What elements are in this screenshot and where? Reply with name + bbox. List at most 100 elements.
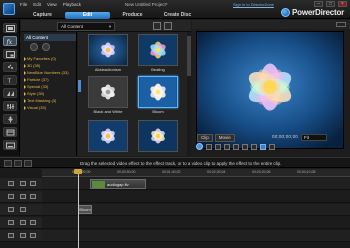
track-header-audio-1[interactable] xyxy=(0,191,42,203)
track-manager-icon[interactable] xyxy=(24,160,32,167)
audio-mixing-room-button[interactable] xyxy=(3,101,17,111)
track-header-audio-2[interactable] xyxy=(0,230,42,242)
tag-remove-icon[interactable] xyxy=(42,43,50,51)
track-lane-audio-2[interactable] xyxy=(42,230,350,242)
track-lane-video-2[interactable] xyxy=(42,217,350,229)
powerdirector-window: File Edit View Playback New Untitled Pro… xyxy=(0,0,350,248)
menu-playback[interactable]: Playback xyxy=(63,2,81,8)
effect-thumbnail[interactable] xyxy=(138,120,178,152)
movie-mode-button[interactable]: Movie xyxy=(214,134,235,142)
media-room-button[interactable] xyxy=(3,23,17,33)
svg-text:T: T xyxy=(6,78,11,84)
tab-capture[interactable]: Capture xyxy=(20,12,65,19)
effect-clip-label: Bloom xyxy=(79,207,91,212)
panel-collapse-handle[interactable] xyxy=(78,80,81,92)
fast-forward-icon[interactable] xyxy=(233,143,239,150)
title-room-button[interactable]: T xyxy=(3,75,17,85)
category-item[interactable]: My Favorites (0) xyxy=(24,55,76,62)
content-filter-dropdown[interactable]: All Content ▼ xyxy=(57,22,115,31)
effect-clip[interactable]: Bloom xyxy=(78,205,92,214)
track-lane-fx[interactable]: Bloom xyxy=(42,204,350,216)
menu-view[interactable]: View xyxy=(47,2,57,8)
3d-mode-icon[interactable] xyxy=(260,143,266,150)
eye-icon[interactable] xyxy=(30,181,36,186)
effect-thumbnail[interactable] xyxy=(88,120,128,152)
title-bar: File Edit View Playback New Untitled Pro… xyxy=(0,0,350,19)
video-clip[interactable]: audiogap.flv xyxy=(90,179,146,189)
effect-thumbnail-beating[interactable] xyxy=(138,34,178,66)
menu-edit[interactable]: Edit xyxy=(33,2,41,8)
effect-thumbnail-abstractionism[interactable] xyxy=(88,34,128,66)
particle-room-button[interactable] xyxy=(3,62,17,72)
content-filter-value: All Content xyxy=(61,24,84,29)
effect-thumbnail-black-and-white[interactable] xyxy=(88,76,128,108)
undock-icon[interactable] xyxy=(336,22,346,27)
lock-icon[interactable] xyxy=(20,181,26,186)
category-item[interactable]: Special (33) xyxy=(24,83,76,90)
tab-edit[interactable]: Edit xyxy=(65,12,110,19)
storyboard-view-icon[interactable] xyxy=(14,160,22,167)
preview-mode-toggle: Clip Movie xyxy=(197,134,235,142)
document-title: New Untitled Project* xyxy=(125,2,168,7)
track-lane-video-1[interactable]: audiogap.flv xyxy=(42,178,350,190)
library-scrollbar[interactable] xyxy=(187,32,191,156)
preview-header xyxy=(192,20,350,29)
fx-icon: fx xyxy=(6,39,13,45)
eye-icon[interactable] xyxy=(30,194,36,199)
lock-icon[interactable] xyxy=(20,233,26,238)
volume-icon[interactable] xyxy=(251,143,257,150)
category-all-content[interactable]: All Content xyxy=(24,34,76,41)
previous-frame-icon[interactable] xyxy=(215,143,221,150)
eye-icon[interactable] xyxy=(30,220,36,225)
track-header-fx[interactable] xyxy=(0,204,42,216)
lock-icon[interactable] xyxy=(20,220,26,225)
snapshot-icon[interactable] xyxy=(242,143,248,150)
category-item[interactable]: Visual (39) xyxy=(24,104,76,111)
stop-icon[interactable] xyxy=(206,143,212,150)
tab-create-disc[interactable]: Create Disc xyxy=(155,12,200,19)
track-header-video-2[interactable] xyxy=(0,217,42,229)
dual-monitor-icon[interactable] xyxy=(269,143,275,150)
track-header-video-1[interactable] xyxy=(0,178,42,190)
maximize-button[interactable]: □ xyxy=(326,1,335,7)
list-view-icon[interactable] xyxy=(164,22,172,30)
next-frame-icon[interactable] xyxy=(224,143,230,150)
close-button[interactable]: × xyxy=(338,1,347,7)
category-item[interactable]: NewBlue Numbers (33) xyxy=(24,69,76,76)
category-label: 3D (35) xyxy=(27,63,41,68)
clip-mode-button[interactable]: Clip xyxy=(197,134,213,142)
tag-add-icon[interactable] xyxy=(30,43,38,51)
sign-in-link[interactable]: Sign in to DirectorZone xyxy=(233,2,274,7)
effect-label: Black and White xyxy=(93,109,123,114)
preview-flower-image xyxy=(197,32,343,148)
category-label: Particle (37) xyxy=(27,77,49,82)
tab-produce[interactable]: Produce xyxy=(110,12,155,19)
track-lane-audio-1[interactable] xyxy=(42,191,350,203)
scrollbar-thumb[interactable] xyxy=(187,36,191,76)
chapter-room-button[interactable] xyxy=(3,127,17,137)
category-item[interactable]: Particle (37) xyxy=(24,76,76,83)
pip-room-button[interactable] xyxy=(3,49,17,59)
category-item[interactable]: Style (39) xyxy=(24,90,76,97)
minimize-button[interactable]: – xyxy=(314,1,323,7)
voiceover-room-button[interactable] xyxy=(3,114,17,124)
lock-icon[interactable] xyxy=(20,194,26,199)
effect-room-button[interactable]: fx xyxy=(3,36,17,46)
ruler-mark: 00;03;20;06 xyxy=(252,170,271,174)
menu-bar: File Edit View Playback xyxy=(20,2,81,8)
timecode-display[interactable]: 00;00;00;00 xyxy=(272,134,298,139)
grid-view-icon[interactable] xyxy=(153,22,161,30)
timeline-view-icon[interactable] xyxy=(4,160,12,167)
eye-icon[interactable] xyxy=(30,233,36,238)
effect-thumbnail-bloom[interactable] xyxy=(138,76,178,108)
time-ruler[interactable]: 00;00;00;00 00;00;50;00 00;01;40;02 00;0… xyxy=(42,169,350,177)
play-icon[interactable] xyxy=(196,143,203,150)
playhead-handle[interactable] xyxy=(74,169,82,174)
zoom-fit-select[interactable]: Fit xyxy=(301,134,327,141)
transition-room-button[interactable] xyxy=(3,88,17,98)
subtitle-room-button[interactable] xyxy=(3,140,17,150)
lock-icon[interactable] xyxy=(20,207,26,212)
menu-file[interactable]: File xyxy=(20,2,27,8)
category-item[interactable]: Text Masking (3) xyxy=(24,97,76,104)
category-item[interactable]: 3D (35) xyxy=(24,62,76,69)
